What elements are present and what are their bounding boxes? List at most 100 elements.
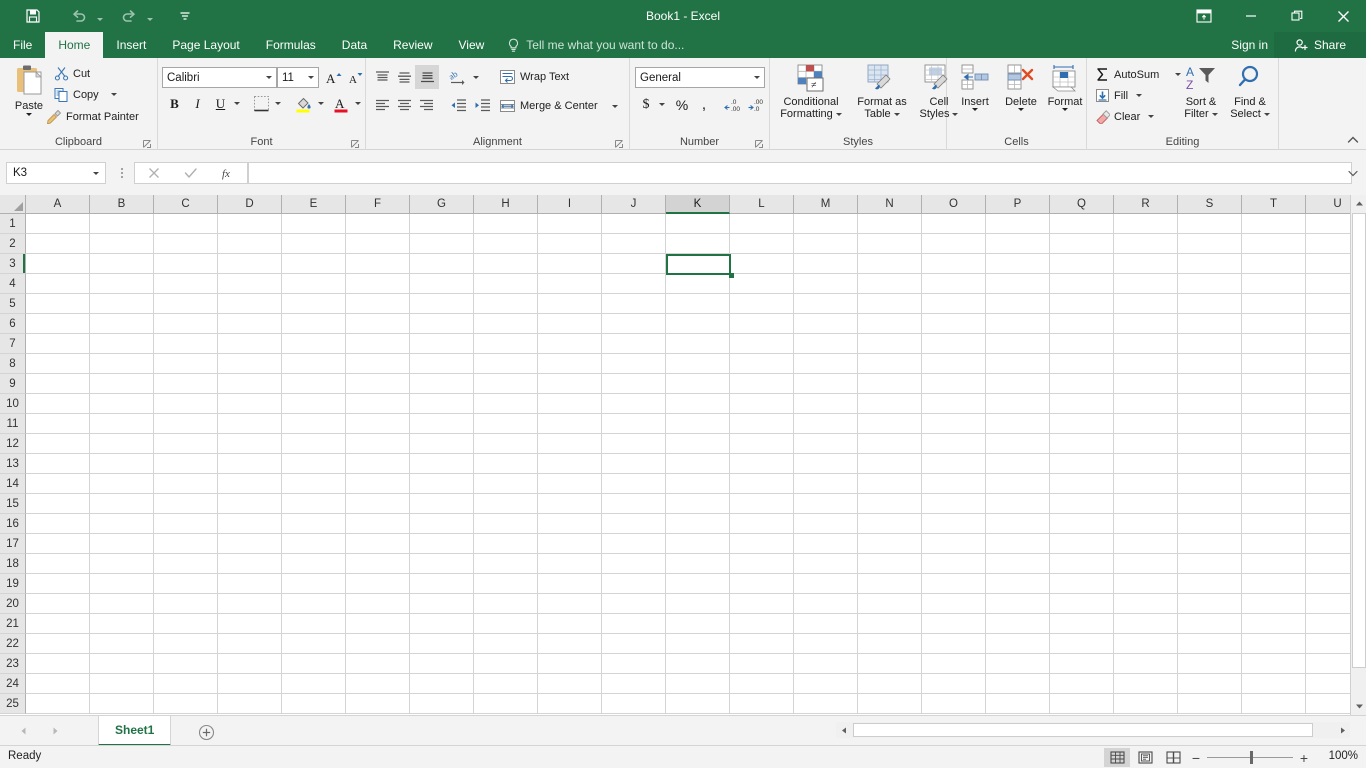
cell-T2[interactable]	[1242, 234, 1306, 254]
cell-R5[interactable]	[1114, 294, 1178, 314]
cell-Q13[interactable]	[1050, 454, 1114, 474]
cell-N16[interactable]	[858, 514, 922, 534]
cell-H20[interactable]	[474, 594, 538, 614]
column-header-T[interactable]: T	[1242, 195, 1306, 214]
cell-D21[interactable]	[218, 614, 282, 634]
cell-R12[interactable]	[1114, 434, 1178, 454]
cell-F21[interactable]	[346, 614, 410, 634]
cell-H13[interactable]	[474, 454, 538, 474]
cell-S22[interactable]	[1178, 634, 1242, 654]
cell-T10[interactable]	[1242, 394, 1306, 414]
cell-C4[interactable]	[154, 274, 218, 294]
cell-Q22[interactable]	[1050, 634, 1114, 654]
cell-G9[interactable]	[410, 374, 474, 394]
cell-F8[interactable]	[346, 354, 410, 374]
cell-C3[interactable]	[154, 254, 218, 274]
cell-K7[interactable]	[666, 334, 730, 354]
previous-sheet-icon[interactable]	[14, 722, 32, 740]
cell-A4[interactable]	[26, 274, 90, 294]
sort-filter-dropdown-icon[interactable]	[1211, 112, 1218, 116]
insert-function-icon[interactable]: fx	[210, 163, 247, 183]
cell-K5[interactable]	[666, 294, 730, 314]
cell-S23[interactable]	[1178, 654, 1242, 674]
cell-F13[interactable]	[346, 454, 410, 474]
cell-T11[interactable]	[1242, 414, 1306, 434]
next-sheet-icon[interactable]	[46, 722, 64, 740]
cell-R1[interactable]	[1114, 214, 1178, 234]
cell-L3[interactable]	[730, 254, 794, 274]
column-header-S[interactable]: S	[1178, 195, 1242, 214]
accounting-format-dropdown-icon[interactable]	[656, 94, 668, 115]
cell-N3[interactable]	[858, 254, 922, 274]
alignment-dialog-launcher[interactable]	[614, 137, 625, 148]
cell-F22[interactable]	[346, 634, 410, 654]
cell-F10[interactable]	[346, 394, 410, 414]
column-header-R[interactable]: R	[1114, 195, 1178, 214]
tab-home[interactable]: Home	[45, 32, 104, 58]
cell-E23[interactable]	[282, 654, 346, 674]
cell-L10[interactable]	[730, 394, 794, 414]
cell-D25[interactable]	[218, 694, 282, 714]
page-layout-view-icon[interactable]	[1132, 748, 1158, 767]
cell-A23[interactable]	[26, 654, 90, 674]
cell-I16[interactable]	[538, 514, 602, 534]
cell-E14[interactable]	[282, 474, 346, 494]
decrease-decimal-icon[interactable]: .00.0	[745, 94, 768, 115]
cell-A16[interactable]	[26, 514, 90, 534]
cell-D23[interactable]	[218, 654, 282, 674]
cell-K2[interactable]	[666, 234, 730, 254]
cell-Q1[interactable]	[1050, 214, 1114, 234]
cell-D2[interactable]	[218, 234, 282, 254]
cell-O10[interactable]	[922, 394, 986, 414]
cell-O12[interactable]	[922, 434, 986, 454]
tab-page-layout[interactable]: Page Layout	[159, 32, 252, 58]
cell-D24[interactable]	[218, 674, 282, 694]
cell-H9[interactable]	[474, 374, 538, 394]
cell-F12[interactable]	[346, 434, 410, 454]
merge-and-center-button[interactable]: Merge & Center	[499, 98, 618, 114]
cell-R3[interactable]	[1114, 254, 1178, 274]
enter-icon[interactable]	[172, 163, 209, 183]
cell-O8[interactable]	[922, 354, 986, 374]
cell-M15[interactable]	[794, 494, 858, 514]
cell-N25[interactable]	[858, 694, 922, 714]
cell-Q2[interactable]	[1050, 234, 1114, 254]
cell-E10[interactable]	[282, 394, 346, 414]
cell-R23[interactable]	[1114, 654, 1178, 674]
cell-N24[interactable]	[858, 674, 922, 694]
cell-I11[interactable]	[538, 414, 602, 434]
fill-handle[interactable]	[729, 273, 734, 278]
worksheet-grid[interactable]: ABCDEFGHIJKLMNOPQRSTU 1 2 3 4 5 6 7 8 9 10 11 12 13 1…	[0, 195, 1366, 715]
cell-K22[interactable]	[666, 634, 730, 654]
cell-L25[interactable]	[730, 694, 794, 714]
cell-J8[interactable]	[602, 354, 666, 374]
cell-E18[interactable]	[282, 554, 346, 574]
close-icon[interactable]	[1320, 0, 1366, 32]
cell-H11[interactable]	[474, 414, 538, 434]
cell-M5[interactable]	[794, 294, 858, 314]
format-cells-dropdown-icon[interactable]	[1062, 108, 1068, 111]
cell-D17[interactable]	[218, 534, 282, 554]
row-header-4[interactable]: 4	[0, 274, 26, 294]
cell-O2[interactable]	[922, 234, 986, 254]
cell-C13[interactable]	[154, 454, 218, 474]
align-left-icon[interactable]	[371, 95, 393, 116]
formula-input[interactable]	[248, 162, 1352, 184]
cell-O18[interactable]	[922, 554, 986, 574]
cell-O4[interactable]	[922, 274, 986, 294]
cell-G5[interactable]	[410, 294, 474, 314]
cell-A9[interactable]	[26, 374, 90, 394]
insert-cells-button[interactable]: Insert	[953, 64, 997, 111]
cell-Q16[interactable]	[1050, 514, 1114, 534]
cell-Q7[interactable]	[1050, 334, 1114, 354]
cell-T13[interactable]	[1242, 454, 1306, 474]
column-header-A[interactable]: A	[26, 195, 90, 214]
cell-L19[interactable]	[730, 574, 794, 594]
cell-B16[interactable]	[90, 514, 154, 534]
cell-S6[interactable]	[1178, 314, 1242, 334]
cell-K18[interactable]	[666, 554, 730, 574]
cell-B20[interactable]	[90, 594, 154, 614]
cell-C1[interactable]	[154, 214, 218, 234]
cell-A25[interactable]	[26, 694, 90, 714]
cell-K20[interactable]	[666, 594, 730, 614]
